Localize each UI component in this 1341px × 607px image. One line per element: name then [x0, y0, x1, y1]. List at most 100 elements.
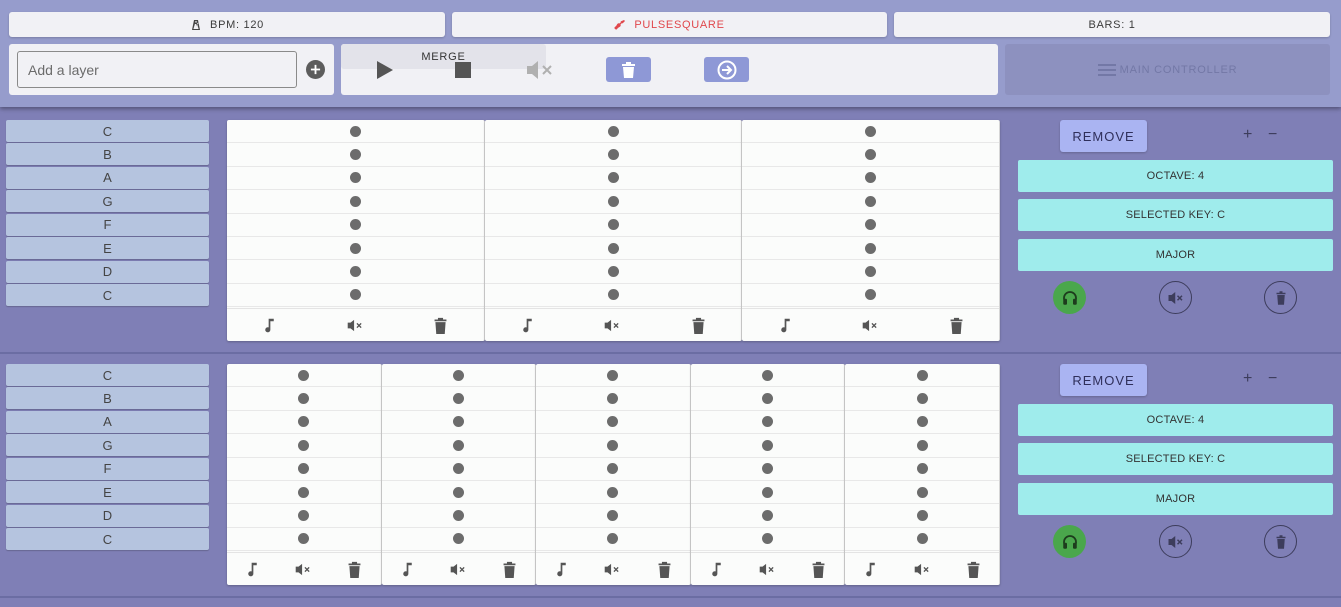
delete-bar-button[interactable]: [946, 315, 966, 335]
note-cell[interactable]: [916, 510, 928, 522]
instrument-button[interactable]: [706, 559, 726, 579]
note-cell[interactable]: [607, 149, 619, 161]
mute-bar-button[interactable]: [603, 315, 623, 335]
note-cell[interactable]: [452, 393, 464, 405]
mute-bar-button[interactable]: [294, 559, 314, 579]
scale-button[interactable]: MAJOR: [1018, 239, 1333, 271]
mute-bar-button[interactable]: [603, 559, 623, 579]
mute-bar-button[interactable]: [345, 315, 365, 335]
note-cell[interactable]: [916, 533, 928, 545]
key-button[interactable]: C: [6, 120, 209, 142]
key-button[interactable]: G: [6, 434, 209, 457]
delete-bar-button[interactable]: [963, 559, 983, 579]
key-button[interactable]: A: [6, 166, 209, 189]
instrument-button[interactable]: [861, 559, 881, 579]
note-cell[interactable]: [762, 416, 774, 428]
solo-button[interactable]: [1053, 525, 1086, 558]
note-cell[interactable]: [865, 242, 877, 254]
mute-bar-button[interactable]: [861, 315, 881, 335]
note-cell[interactable]: [452, 439, 464, 451]
instrument-button[interactable]: [243, 559, 263, 579]
note-cell[interactable]: [916, 416, 928, 428]
note-cell[interactable]: [762, 510, 774, 522]
note-cell[interactable]: [298, 416, 310, 428]
instrument-button[interactable]: [397, 559, 417, 579]
note-cell[interactable]: [607, 533, 619, 545]
note-cell[interactable]: [298, 533, 310, 545]
note-cell[interactable]: [762, 533, 774, 545]
merge-button[interactable]: MERGE: [341, 44, 546, 69]
note-cell[interactable]: [762, 463, 774, 475]
note-cell[interactable]: [607, 195, 619, 207]
note-cell[interactable]: [452, 510, 464, 522]
note-cell[interactable]: [916, 369, 928, 381]
delete-bar-button[interactable]: [654, 559, 674, 579]
note-cell[interactable]: [452, 533, 464, 545]
note-cell[interactable]: [865, 195, 877, 207]
key-button[interactable]: B: [6, 387, 209, 410]
remove-bar-button[interactable]: −: [1268, 370, 1277, 388]
note-cell[interactable]: [452, 463, 464, 475]
note-cell[interactable]: [865, 219, 877, 231]
main-controller-button[interactable]: MAIN CONTROLLER: [1005, 44, 1330, 95]
note-cell[interactable]: [865, 125, 877, 137]
note-cell[interactable]: [349, 266, 361, 278]
note-cell[interactable]: [349, 219, 361, 231]
mute-bar-button[interactable]: [448, 559, 468, 579]
key-button[interactable]: D: [6, 260, 209, 283]
note-cell[interactable]: [762, 486, 774, 498]
delete-bar-button[interactable]: [809, 559, 829, 579]
add-bar-button[interactable]: +: [1243, 370, 1252, 388]
key-button[interactable]: F: [6, 213, 209, 236]
delete-bar-button[interactable]: [345, 559, 365, 579]
note-cell[interactable]: [298, 439, 310, 451]
note-cell[interactable]: [607, 510, 619, 522]
scale-button[interactable]: MAJOR: [1018, 483, 1333, 515]
note-cell[interactable]: [865, 172, 877, 184]
note-cell[interactable]: [916, 463, 928, 475]
note-cell[interactable]: [865, 266, 877, 278]
note-cell[interactable]: [865, 289, 877, 301]
mute-bar-button[interactable]: [912, 559, 932, 579]
note-cell[interactable]: [349, 289, 361, 301]
clear-all-button[interactable]: [606, 57, 651, 82]
mute-all-button[interactable]: [525, 57, 557, 82]
note-cell[interactable]: [865, 149, 877, 161]
key-button[interactable]: B: [6, 143, 209, 166]
note-cell[interactable]: [298, 486, 310, 498]
delete-bar-button[interactable]: [689, 315, 709, 335]
instrument-button[interactable]: [552, 559, 572, 579]
delete-bar-button[interactable]: [431, 315, 451, 335]
delete-bar-button[interactable]: [500, 559, 520, 579]
note-cell[interactable]: [452, 369, 464, 381]
note-cell[interactable]: [349, 242, 361, 254]
note-cell[interactable]: [349, 125, 361, 137]
octave-button[interactable]: OCTAVE: 4: [1018, 404, 1333, 436]
key-button[interactable]: E: [6, 481, 209, 504]
bars-display[interactable]: BARS: 1: [894, 12, 1330, 37]
selected-key-button[interactable]: SELECTED KEY: C: [1018, 199, 1333, 231]
key-button[interactable]: C: [6, 528, 209, 551]
note-cell[interactable]: [607, 439, 619, 451]
note-cell[interactable]: [607, 289, 619, 301]
mute-bar-button[interactable]: [758, 559, 778, 579]
stop-button[interactable]: [451, 57, 475, 82]
key-button[interactable]: C: [6, 284, 209, 307]
note-cell[interactable]: [298, 369, 310, 381]
note-cell[interactable]: [607, 125, 619, 137]
mute-layer-button[interactable]: [1159, 525, 1192, 558]
note-cell[interactable]: [607, 463, 619, 475]
add-layer-input[interactable]: [17, 51, 297, 88]
note-cell[interactable]: [349, 149, 361, 161]
key-button[interactable]: E: [6, 237, 209, 260]
note-cell[interactable]: [452, 486, 464, 498]
key-button[interactable]: F: [6, 457, 209, 480]
play-button[interactable]: [373, 57, 397, 82]
solo-button[interactable]: [1053, 281, 1086, 314]
key-button[interactable]: G: [6, 190, 209, 213]
export-button[interactable]: [704, 57, 749, 82]
mute-layer-button[interactable]: [1159, 281, 1192, 314]
instrument-button[interactable]: [517, 315, 537, 335]
remove-layer-button[interactable]: REMOVE: [1060, 364, 1147, 396]
note-cell[interactable]: [762, 369, 774, 381]
